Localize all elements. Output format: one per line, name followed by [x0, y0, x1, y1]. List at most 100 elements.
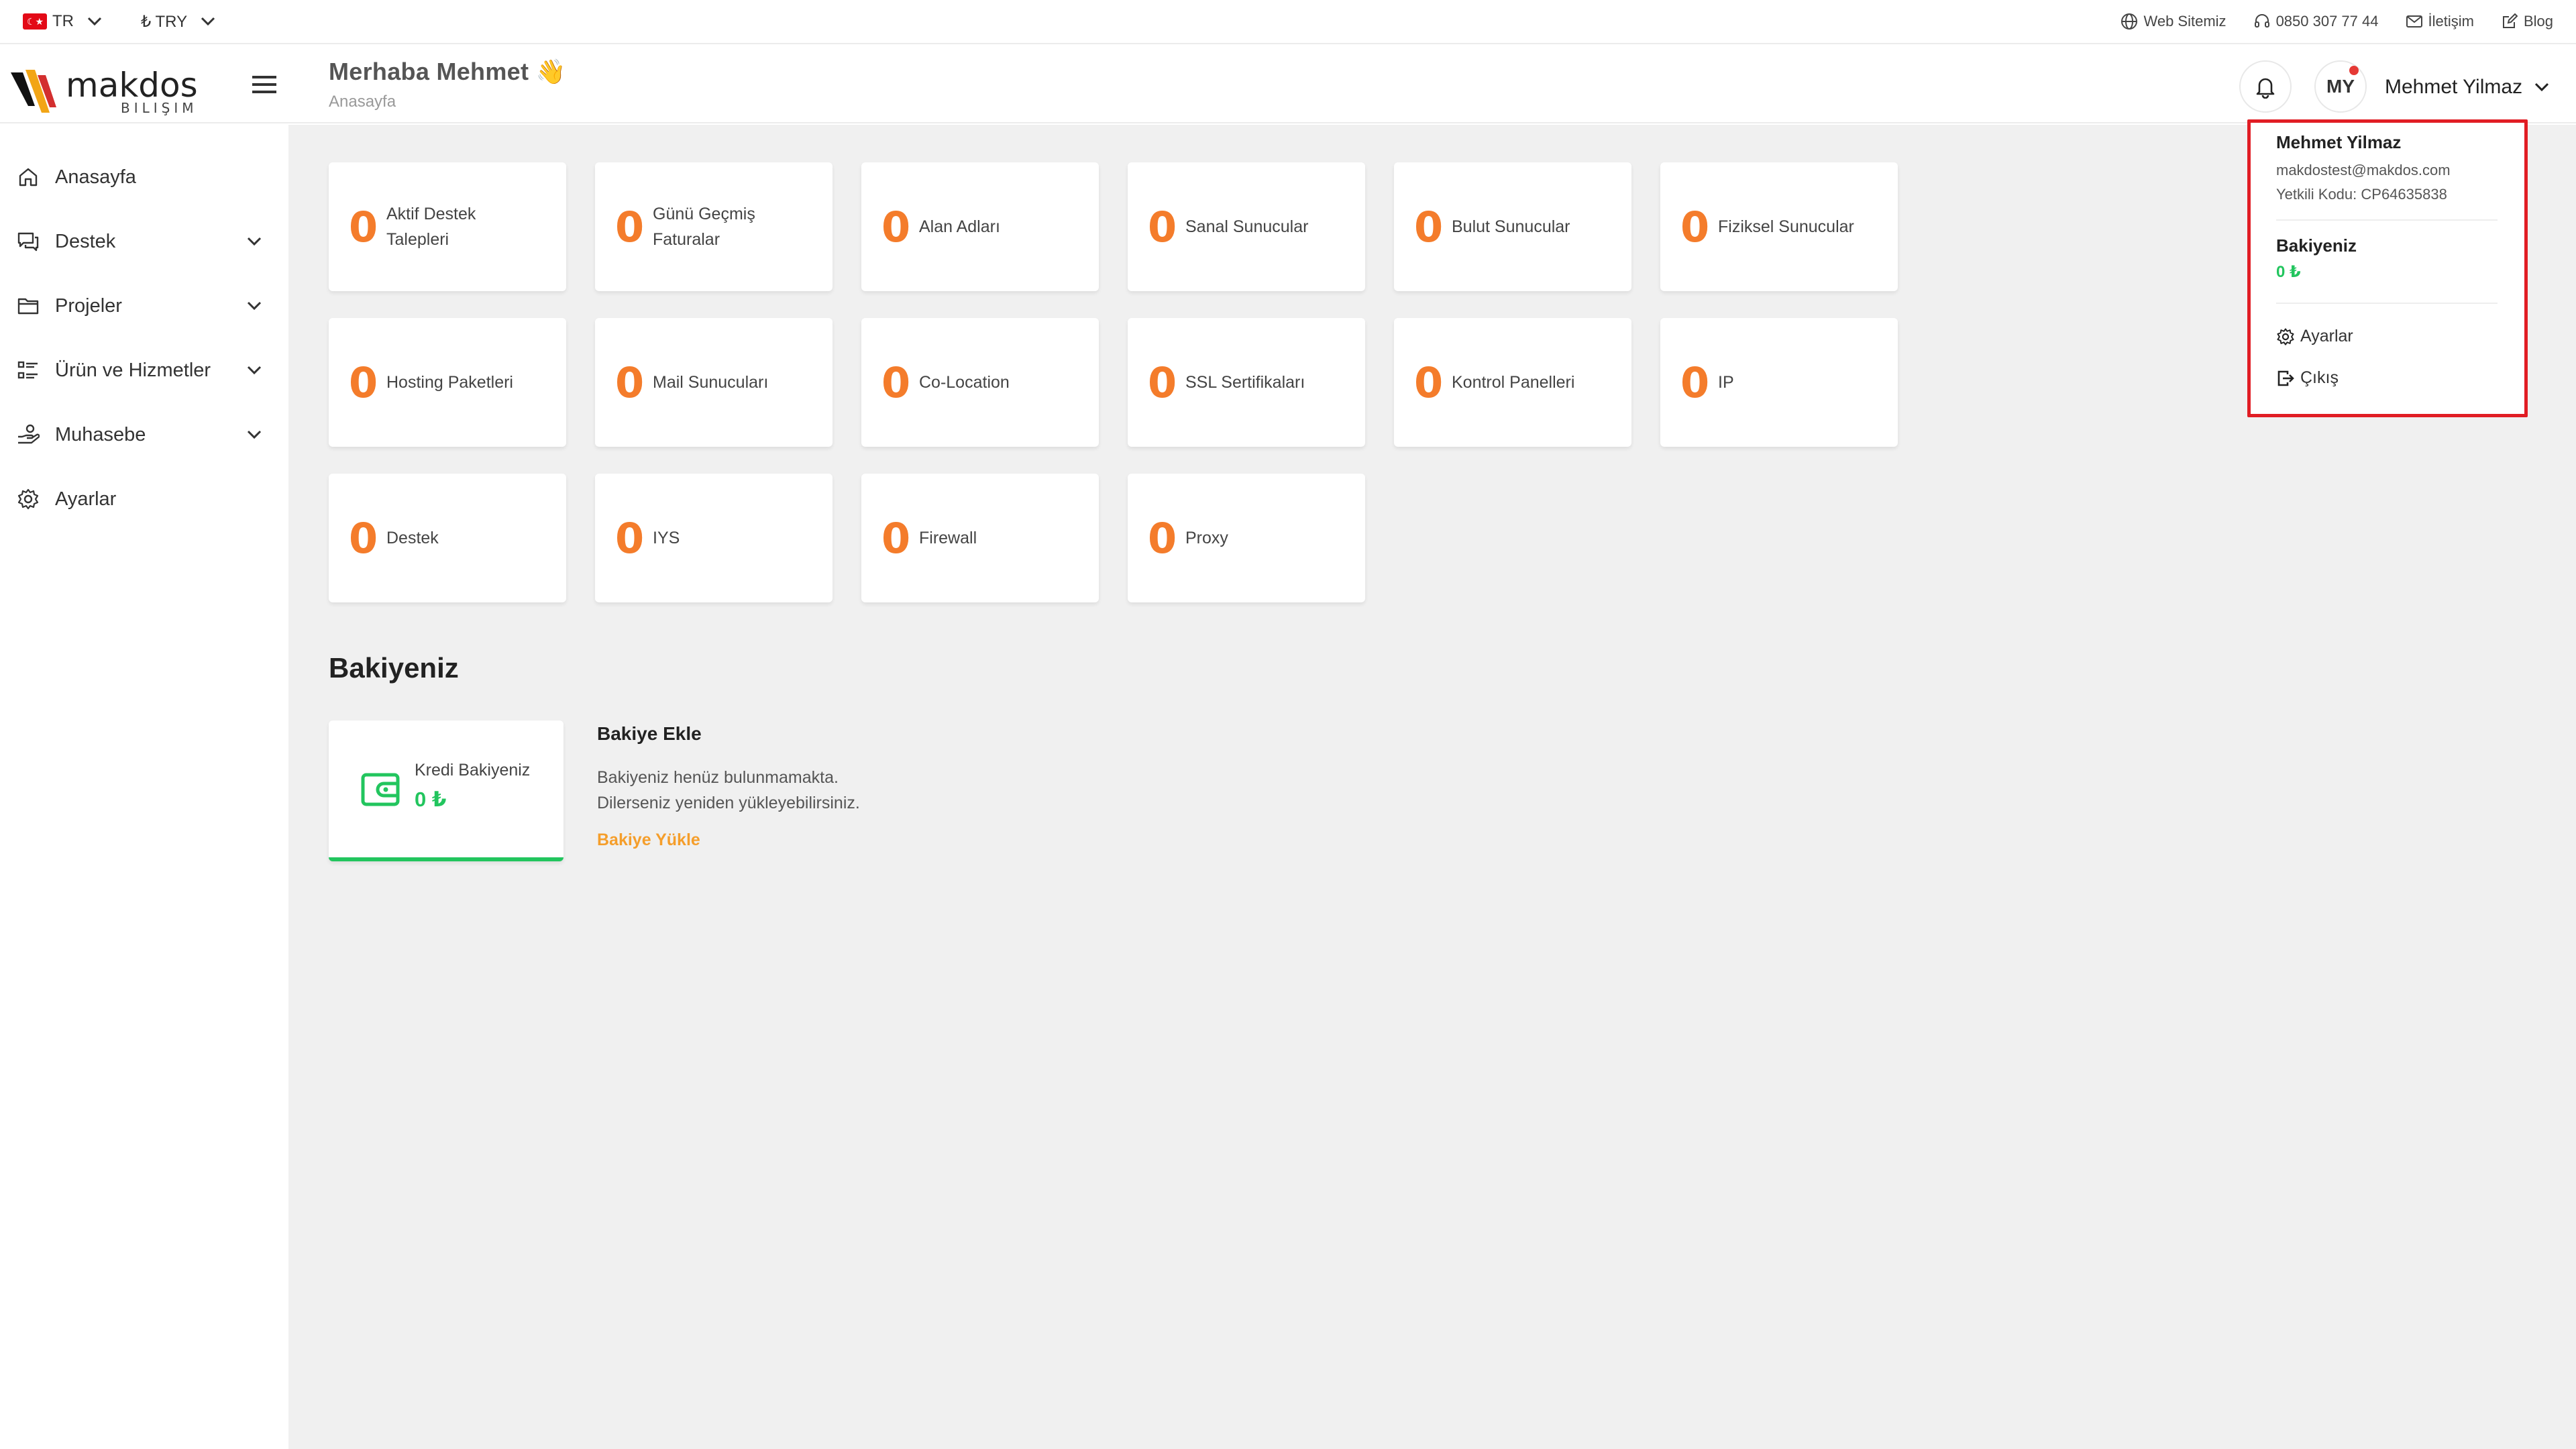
sidebar-item-anasayfa[interactable]: Anasayfa	[0, 150, 288, 204]
bell-icon	[2256, 78, 2275, 99]
stat-value: 0	[881, 358, 911, 407]
chevron-down-icon	[247, 430, 262, 439]
stat-value: 0	[615, 358, 645, 407]
stat-label: IP	[1718, 373, 1734, 392]
sidebar-item-urun-ve-hizmetler[interactable]: Ürün ve Hizmetler	[0, 343, 288, 397]
stat-label: Günü Geçmiş Faturalar	[653, 205, 755, 249]
stat-label: Sanal Sunucular	[1185, 217, 1309, 236]
sidebar: Anasayfa Destek Projeler Ürün ve Hizmetl…	[0, 125, 288, 1449]
stat-value: 0	[349, 202, 378, 252]
balance-section-title: Bakiyeniz	[329, 652, 459, 684]
stat-card-bulut-sunucular[interactable]: 0 Bulut Sunucular	[1394, 162, 1631, 291]
stat-label: Firewall	[919, 529, 977, 547]
stat-card-kontrol-panelleri[interactable]: 0 Kontrol Panelleri	[1394, 318, 1631, 447]
currency-selector[interactable]: ₺ TRY	[141, 12, 215, 32]
stat-label: Alan Adları	[919, 217, 1000, 236]
turkey-flag-icon	[23, 13, 47, 30]
stat-card-fiziksel-sunucular[interactable]: 0 Fiziksel Sunucular	[1660, 162, 1898, 291]
dropdown-settings-label: Ayarlar	[2300, 327, 2353, 345]
stat-card-proxy[interactable]: 0 Proxy	[1128, 474, 1365, 602]
stat-card-iys[interactable]: 0 IYS	[595, 474, 833, 602]
page-title: Merhaba Mehmet 👋	[329, 58, 566, 85]
dropdown-user-name: Mehmet Yilmaz	[2276, 132, 2402, 152]
stat-label: SSL Sertifikaları	[1185, 373, 1305, 392]
dropdown-settings-link[interactable]: Ayarlar	[2276, 327, 2353, 346]
language-label: TR	[52, 12, 74, 30]
sidebar-item-label: Projeler	[55, 294, 122, 317]
phone-link[interactable]: 0850 307 77 44	[2253, 13, 2379, 30]
stat-label: Destek	[386, 529, 439, 547]
globe-icon	[2121, 13, 2138, 30]
avatar[interactable]: MY	[2314, 60, 2367, 113]
credit-balance-label: Kredi Bakiyeniz	[415, 761, 531, 780]
stat-label: Kontrol Panelleri	[1452, 373, 1575, 392]
stat-card-alan-adlari[interactable]: 0 Alan Adları	[861, 162, 1099, 291]
user-menu-toggle[interactable]: Mehmet Yilmaz	[2385, 71, 2549, 103]
stat-value: 0	[1414, 358, 1444, 407]
stat-card-ssl-sertifikalari[interactable]: 0 SSL Sertifikaları	[1128, 318, 1365, 447]
stat-value: 0	[349, 513, 378, 563]
chevron-down-icon	[247, 366, 262, 375]
stat-value: 0	[1680, 202, 1710, 252]
add-balance-title: Bakiye Ekle	[597, 723, 702, 744]
stat-card-ip[interactable]: 0 IP	[1660, 318, 1898, 447]
stat-value: 0	[881, 202, 911, 252]
stat-label: IYS	[653, 529, 680, 547]
sidebar-item-label: Muhasebe	[55, 423, 146, 445]
logo-text: makdos	[66, 66, 198, 105]
stat-label: Proxy	[1185, 529, 1228, 547]
language-selector[interactable]: TR	[23, 12, 102, 31]
stat-card-firewall[interactable]: 0 Firewall	[861, 474, 1099, 602]
notification-dot	[2349, 66, 2359, 75]
sidebar-item-destek[interactable]: Destek	[0, 215, 288, 268]
list-icon	[16, 358, 40, 382]
notifications-button[interactable]	[2239, 60, 2292, 113]
gear-icon	[2277, 327, 2294, 345]
user-name: Mehmet Yilmaz	[2385, 76, 2523, 98]
hamburger-icon	[252, 76, 276, 93]
wallet-icon	[361, 773, 400, 806]
stat-value: 0	[1680, 358, 1710, 407]
dropdown-logout-link[interactable]: Çıkış	[2276, 368, 2339, 388]
top-utility-bar: TR ₺ TRY Web Sitemiz 0850 307 77 44 İlet…	[0, 0, 2576, 44]
menu-toggle-button[interactable]	[250, 70, 279, 99]
stat-card-aktif-destek-talepleri[interactable]: 0 Aktif Destek Talepleri	[329, 162, 566, 291]
website-link[interactable]: Web Sitemiz	[2121, 13, 2226, 30]
stat-card-mail-sunuculari[interactable]: 0 Mail Sunucuları	[595, 318, 833, 447]
logout-icon	[2277, 370, 2294, 386]
sidebar-item-ayarlar[interactable]: Ayarlar	[0, 472, 288, 526]
phone-link-label: 0850 307 77 44	[2275, 13, 2379, 30]
contact-link[interactable]: İletişim	[2406, 13, 2474, 30]
sidebar-item-label: Destek	[55, 230, 116, 252]
stat-value: 0	[1148, 202, 1177, 252]
chevron-down-icon	[247, 301, 262, 311]
load-balance-link[interactable]: Bakiye Yükle	[597, 830, 700, 850]
hand-coins-icon	[16, 423, 40, 447]
sidebar-item-label: Anasayfa	[55, 166, 136, 188]
avatar-initials: MY	[2326, 76, 2355, 97]
dropdown-balance-value: 0 ₺	[2276, 263, 2301, 281]
makdos-logo[interactable]: makdos BILIŞIM	[8, 58, 209, 118]
stat-card-hosting-paketleri[interactable]: 0 Hosting Paketleri	[329, 318, 566, 447]
breadcrumb[interactable]: Anasayfa	[329, 93, 566, 111]
add-balance-line-2: Dilerseniz yeniden yükleyebilirsiniz.	[597, 794, 860, 812]
stat-card-co-location[interactable]: 0 Co-Location	[861, 318, 1099, 447]
credit-balance-value: 0 ₺	[415, 788, 447, 811]
dropdown-user-email: makdostest@makdos.com	[2276, 162, 2451, 178]
logo-subtext: BILIŞIM	[121, 100, 198, 116]
user-dropdown-menu: Mehmet Yilmaz makdostest@makdos.com Yetk…	[2247, 119, 2528, 417]
sidebar-item-projeler[interactable]: Projeler	[0, 279, 288, 333]
greeting-block: Merhaba Mehmet 👋 Anasayfa	[329, 58, 566, 111]
dropdown-logout-label: Çıkış	[2300, 368, 2339, 387]
stat-value: 0	[615, 202, 645, 252]
sidebar-item-muhasebe[interactable]: Muhasebe	[0, 408, 288, 462]
chat-icon	[16, 229, 40, 254]
stat-card-sanal-sunucular[interactable]: 0 Sanal Sunucular	[1128, 162, 1365, 291]
blog-link[interactable]: Blog	[2501, 13, 2553, 30]
stat-card-destek[interactable]: 0 Destek	[329, 474, 566, 602]
chevron-down-icon	[247, 237, 262, 246]
add-balance-line-1: Bakiyeniz henüz bulunmamakta.	[597, 768, 839, 787]
stat-label: Fiziksel Sunucular	[1718, 217, 1854, 236]
stat-card-gunu-gecmis-faturalar[interactable]: 0 Günü Geçmiş Faturalar	[595, 162, 833, 291]
add-balance-description: Bakiyeniz henüz bulunmamakta. Dilerseniz…	[597, 765, 1000, 816]
